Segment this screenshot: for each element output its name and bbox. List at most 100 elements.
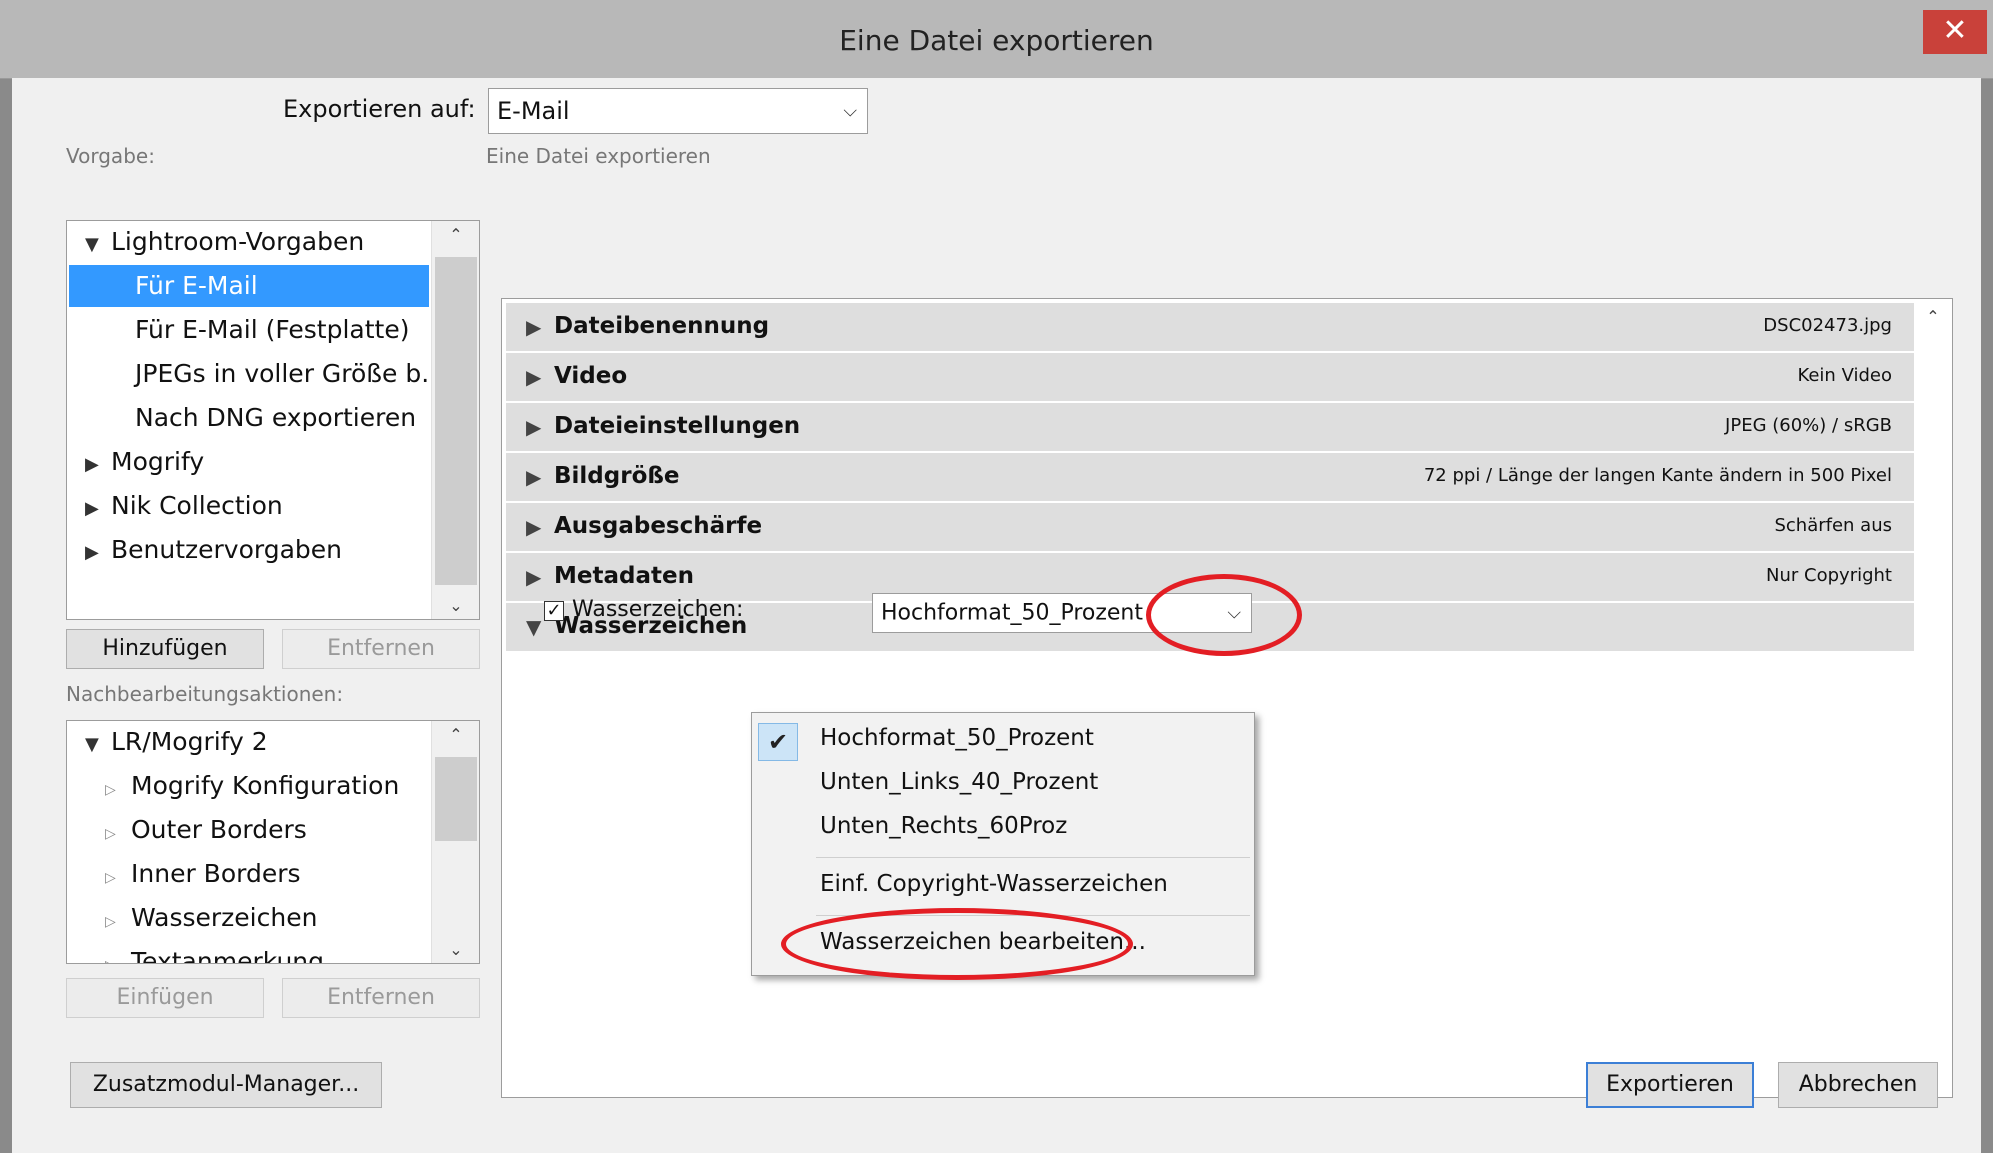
preset-label: Mogrify	[111, 447, 205, 476]
action-item-mogrify-konfiguration[interactable]: ▷ Mogrify Konfiguration	[105, 765, 399, 807]
scroll-down-icon[interactable]: ⌄	[432, 940, 479, 959]
section-summary: DSC02473.jpg	[1763, 315, 1892, 336]
remove-preset-button[interactable]: Entfernen	[282, 629, 480, 669]
watermark-selected-value: Hochformat_50_Prozent	[881, 600, 1143, 626]
scroll-down-icon[interactable]: ⌄	[432, 596, 479, 615]
small-triangle-icon: ▷	[105, 914, 116, 930]
section-name: Dateibenennung	[554, 313, 770, 339]
add-preset-button[interactable]: Hinzufügen	[66, 629, 264, 669]
section-name: Ausgabeschärfe	[554, 513, 763, 539]
cancel-button[interactable]: Abbrechen	[1778, 1062, 1938, 1108]
annotation-ring-edit-watermark	[781, 908, 1133, 980]
remove-action-button[interactable]: Entfernen	[282, 978, 480, 1018]
preset-group-lightroom[interactable]: ▼ Lightroom-Vorgaben	[85, 221, 364, 263]
section-summary: Nur Copyright	[1766, 565, 1892, 586]
collapsed-triangle-icon: ▶	[85, 542, 99, 563]
export-to-label: Exportieren auf:	[283, 95, 476, 123]
presets-tree: ▼ Lightroom-Vorgaben Für E-Mail Für E-Mai…	[66, 220, 480, 620]
small-triangle-icon: ▷	[105, 945, 131, 963]
export-to-select[interactable]: E-Mail ⌵	[488, 88, 868, 134]
export-button[interactable]: Exportieren	[1586, 1062, 1754, 1108]
small-triangle-icon: ▷	[105, 870, 116, 886]
section-ausgabeschaerfe[interactable]: ▶ Ausgabeschärfe Schärfen aus	[506, 503, 1914, 552]
scroll-up-icon[interactable]: ⌃	[432, 725, 479, 744]
collapsed-triangle-icon: ▶	[526, 565, 542, 589]
close-button[interactable]: ✕	[1923, 10, 1987, 54]
preset-group-benutzervorgaben[interactable]: ▶ Benutzervorgaben	[85, 529, 342, 571]
dialog-title: Eine Datei exportieren	[839, 24, 1154, 57]
dialog-body: Exportieren auf: E-Mail ⌵ Vorgabe: ▼ Ligh…	[12, 78, 1981, 1153]
collapsed-triangle-icon: ▶	[85, 498, 99, 519]
watermark-option-copyright[interactable]: Einf. Copyright-Wasserzeichen	[820, 871, 1168, 897]
expanded-triangle-icon: ▼	[85, 734, 99, 755]
chevron-down-icon: ⌵	[843, 100, 857, 122]
preset-item-fuer-email-festplatte[interactable]: Für E-Mail (Festplatte)	[135, 309, 409, 351]
title-bar: Eine Datei exportieren ✕	[0, 0, 1993, 79]
preset-group-nik-collection[interactable]: ▶ Nik Collection	[85, 485, 283, 527]
settings-heading: Eine Datei exportieren	[486, 144, 711, 168]
action-group-lr-mogrify[interactable]: ▼ LR/Mogrify 2	[85, 721, 268, 763]
action-item-textanmerkung[interactable]: ▷Textanmerkung	[105, 941, 325, 964]
section-summary: Kein Video	[1797, 365, 1892, 386]
scroll-up-icon[interactable]: ⌃	[1914, 307, 1952, 326]
section-dateibenennung[interactable]: ▶ Dateibenennung DSC02473.jpg	[506, 303, 1914, 352]
action-label: Inner Borders	[131, 859, 301, 888]
preset-label: Benutzervorgaben	[111, 535, 343, 564]
scroll-thumb[interactable]	[435, 757, 477, 841]
annotation-ring-dropdown-arrow	[1146, 574, 1302, 656]
preset-item-jpegs-volle-groesse[interactable]: JPEGs in voller Größe b...	[135, 353, 445, 395]
preset-label: Lightroom-Vorgaben	[111, 227, 365, 256]
action-label: Wasserzeichen	[131, 903, 318, 932]
collapsed-triangle-icon: ▶	[526, 465, 542, 489]
post-actions-scrollbar[interactable]: ⌃ ⌄	[431, 721, 479, 963]
section-video[interactable]: ▶ Video Kein Video	[506, 353, 1914, 402]
watermark-option-unten-links[interactable]: Unten_Links_40_Prozent	[820, 769, 1098, 795]
checkmark-icon: ✔	[758, 723, 798, 761]
section-dateieinstellungen[interactable]: ▶ Dateieinstellungen JPEG (60%) / sRGB	[506, 403, 1914, 452]
section-name: Dateieinstellungen	[554, 413, 801, 439]
action-label: Outer Borders	[131, 815, 307, 844]
section-name: Bildgröße	[554, 463, 680, 489]
collapsed-triangle-icon: ▶	[526, 365, 542, 389]
action-label: Mogrify Konfiguration	[131, 771, 400, 800]
action-item-wasserzeichen[interactable]: ▷ Wasserzeichen	[105, 897, 317, 939]
post-actions-tree: ▼ LR/Mogrify 2 ▷ Mogrify Konfiguration ▷ Ou…	[66, 720, 480, 964]
expanded-triangle-icon: ▼	[85, 234, 99, 255]
action-label: Textanmerkung	[131, 947, 325, 964]
close-icon: ✕	[1942, 13, 1968, 48]
collapsed-triangle-icon: ▶	[526, 315, 542, 339]
action-label: LR/Mogrify 2	[111, 727, 268, 756]
menu-divider	[816, 857, 1250, 858]
section-bildgroesse[interactable]: ▶ Bildgröße 72 ppi / Länge der langen Ka…	[506, 453, 1914, 502]
collapsed-triangle-icon: ▶	[85, 454, 99, 475]
settings-scrollbar[interactable]: ⌃ ⌄	[1914, 299, 1952, 1097]
presets-scrollbar[interactable]: ⌃ ⌄	[431, 221, 479, 619]
settings-panel: ▶ Dateibenennung DSC02473.jpg ▶ Video Ke…	[501, 298, 1953, 1098]
watermark-option-unten-rechts[interactable]: Unten_Rechts_60Proz	[820, 813, 1067, 839]
preset-group-mogrify[interactable]: ▶ Mogrify	[85, 441, 204, 483]
insert-action-button[interactable]: Einfügen	[66, 978, 264, 1018]
expanded-triangle-icon: ▼	[526, 615, 542, 639]
preset-item-fuer-email[interactable]: Für E-Mail	[69, 265, 429, 307]
section-summary: Schärfen aus	[1774, 515, 1892, 536]
export-dialog: Eine Datei exportieren ✕ Exportieren auf…	[0, 0, 1993, 1153]
small-triangle-icon: ▷	[105, 782, 116, 798]
presets-label: Vorgabe:	[66, 144, 155, 168]
section-summary: JPEG (60%) / sRGB	[1725, 415, 1892, 436]
collapsed-triangle-icon: ▶	[526, 515, 542, 539]
small-triangle-icon: ▷	[105, 826, 116, 842]
watermark-checkbox[interactable]: ✓	[544, 601, 564, 621]
post-actions-label: Nachbearbeitungsaktionen:	[66, 682, 344, 706]
action-item-outer-borders[interactable]: ▷ Outer Borders	[105, 809, 307, 851]
section-name: Metadaten	[554, 563, 694, 589]
watermark-label: Wasserzeichen:	[572, 597, 744, 622]
export-to-value: E-Mail	[497, 97, 570, 125]
scroll-thumb[interactable]	[435, 257, 477, 585]
collapsed-triangle-icon: ▶	[526, 415, 542, 439]
plugin-manager-button[interactable]: Zusatzmodul-Manager...	[70, 1062, 382, 1108]
preset-item-nach-dng[interactable]: Nach DNG exportieren	[135, 397, 416, 439]
scroll-up-icon[interactable]: ⌃	[432, 225, 479, 244]
watermark-option-hochformat[interactable]: Hochformat_50_Prozent	[820, 725, 1094, 751]
action-item-inner-borders[interactable]: ▷ Inner Borders	[105, 853, 301, 895]
section-name: Video	[554, 363, 628, 389]
